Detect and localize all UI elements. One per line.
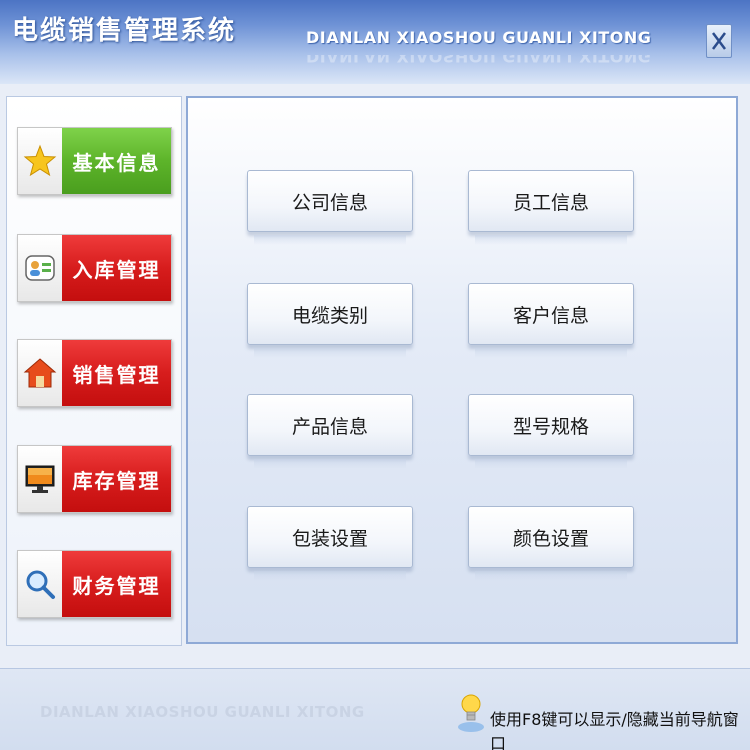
title-bar: 电缆销售管理系统 DIANLAN XIAOSHOU GUANLI XITONG … bbox=[0, 0, 750, 84]
close-button[interactable] bbox=[706, 24, 732, 58]
contacts-card-icon bbox=[25, 255, 55, 281]
star-icon bbox=[23, 144, 57, 177]
nav-item-inbound[interactable]: 入库管理 bbox=[17, 234, 172, 302]
status-hint-text: 使用F8键可以显示/隐藏当前导航窗口 bbox=[490, 710, 739, 750]
nav-item-label: 财务管理 bbox=[62, 551, 171, 617]
nav-item-inventory[interactable]: 库存管理 bbox=[17, 445, 172, 513]
company-info-button[interactable]: 公司信息 bbox=[247, 170, 413, 245]
nav-item-basic-info[interactable]: 基本信息 bbox=[17, 127, 172, 195]
employee-info-button[interactable]: 员工信息 bbox=[468, 170, 634, 245]
app-title: 电缆销售管理系统 bbox=[12, 16, 237, 46]
status-bar: DIANLAN XIAOSHOU GUANLI XITONG 使用F8键可以显示… bbox=[0, 668, 750, 750]
color-settings-button[interactable]: 颜色设置 bbox=[468, 506, 634, 581]
packaging-settings-button[interactable]: 包装设置 bbox=[247, 506, 413, 581]
customer-info-button[interactable]: 客户信息 bbox=[468, 283, 634, 358]
status-brand-text: DIANLAN XIAOSHOU GUANLI XITONG bbox=[40, 703, 365, 721]
cable-category-button[interactable]: 电缆类别 bbox=[247, 283, 413, 358]
app-subtitle-reflection: DIANLAN XIAOSHOU GUANLI XITONG bbox=[306, 47, 652, 66]
lightbulb-icon bbox=[458, 694, 484, 732]
monitor-icon bbox=[25, 465, 55, 493]
content-panel: 公司信息 员工信息 电缆类别 客户信息 产品信息 型号规格 包装设置 颜色设置 bbox=[186, 96, 738, 644]
nav-item-label: 入库管理 bbox=[62, 235, 171, 301]
model-spec-button[interactable]: 型号规格 bbox=[468, 394, 634, 469]
app-subtitle: DIANLAN XIAOSHOU GUANLI XITONG bbox=[306, 28, 652, 47]
nav-item-label: 基本信息 bbox=[62, 128, 171, 194]
nav-item-sales[interactable]: 销售管理 bbox=[17, 339, 172, 407]
close-icon bbox=[712, 32, 726, 50]
product-info-button[interactable]: 产品信息 bbox=[247, 394, 413, 469]
magnifier-icon bbox=[26, 570, 55, 599]
navigation-panel: 基本信息 入库管理 销售管理 库存管理 财务管理 bbox=[6, 96, 182, 646]
nav-item-finance[interactable]: 财务管理 bbox=[17, 550, 172, 618]
nav-item-label: 库存管理 bbox=[62, 446, 171, 512]
nav-item-label: 销售管理 bbox=[62, 340, 171, 406]
home-icon bbox=[23, 358, 57, 388]
